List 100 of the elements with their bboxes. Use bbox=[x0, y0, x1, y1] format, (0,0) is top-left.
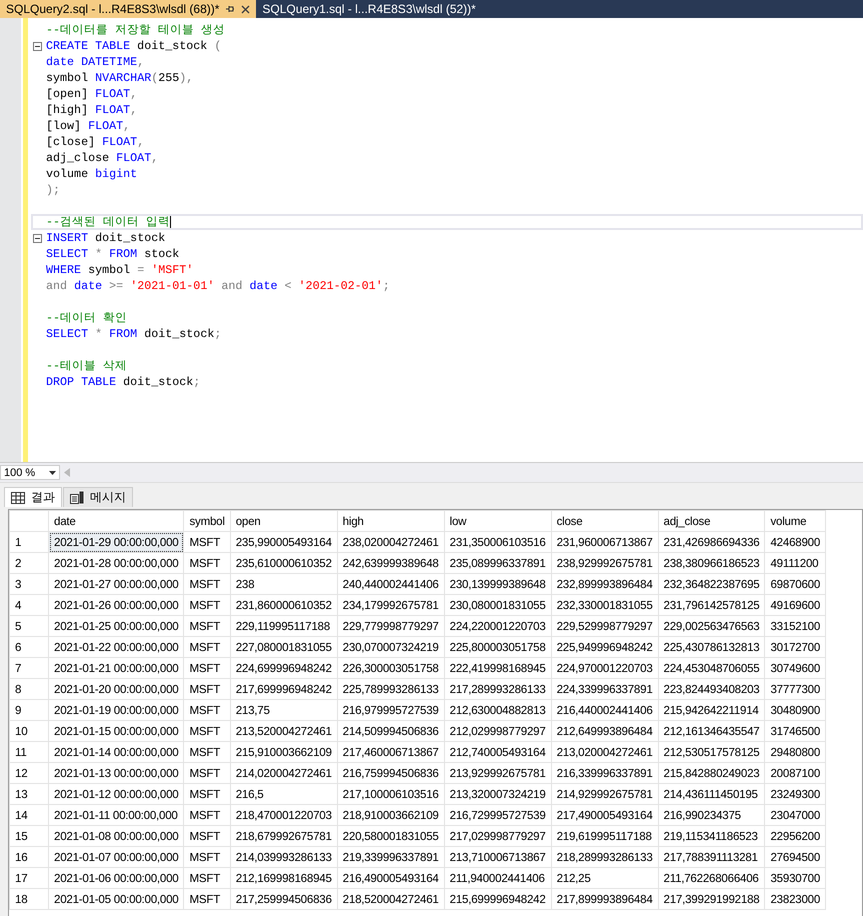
zoom-dropdown[interactable]: 100 % bbox=[0, 465, 60, 480]
table-cell: 231,350006103516 bbox=[444, 532, 552, 552]
table-cell: 216,979995727539 bbox=[337, 700, 444, 720]
row-number: 10 bbox=[10, 720, 48, 742]
code-line: adj_close FLOAT, bbox=[45, 150, 158, 166]
table-cell: 2021-01-08 00:00:00,000 bbox=[48, 826, 184, 846]
caret-icon bbox=[49, 470, 56, 474]
table-cell: 31746500 bbox=[764, 720, 826, 742]
table-cell: 216,5 bbox=[230, 784, 338, 804]
code-line: SELECT * FROM doit_stock; bbox=[45, 326, 222, 342]
table-cell: MSFT bbox=[184, 804, 230, 826]
table-cell: 214,929992675781 bbox=[551, 784, 658, 804]
table-cell: 232,899993896484 bbox=[551, 574, 658, 594]
column-header[interactable]: close bbox=[551, 510, 658, 532]
table-cell: MSFT bbox=[184, 868, 230, 888]
table-cell: 217,100006103516 bbox=[337, 784, 444, 804]
code-line: SELECT * FROM stock bbox=[45, 246, 180, 262]
result-tab[interactable]: 메시지 bbox=[63, 487, 133, 507]
table-cell: MSFT bbox=[184, 616, 230, 636]
table-cell: 37777300 bbox=[764, 678, 826, 700]
column-header[interactable]: symbol bbox=[184, 510, 230, 532]
table-cell: 218,679992675781 bbox=[230, 826, 338, 846]
column-header[interactable]: volume bbox=[764, 510, 826, 532]
table-cell: MSFT bbox=[184, 700, 230, 720]
table-cell: 216,759994506836 bbox=[337, 762, 444, 784]
table-cell: 217,259994506836 bbox=[230, 888, 338, 910]
table-cell: 234,179992675781 bbox=[337, 594, 444, 616]
row-number: 4 bbox=[10, 594, 48, 616]
table-cell: 215,910003662109 bbox=[230, 742, 338, 762]
table-cell: 2021-01-19 00:00:00,000 bbox=[48, 700, 184, 720]
table-cell: 214,509994506836 bbox=[337, 720, 444, 742]
table-cell: 217,460006713867 bbox=[337, 742, 444, 762]
code-line: symbol NVARCHAR(255), bbox=[45, 70, 194, 86]
table-cell: 2021-01-22 00:00:00,000 bbox=[48, 636, 184, 658]
column-header[interactable]: open bbox=[230, 510, 338, 532]
table-cell: 219,339996337891 bbox=[337, 846, 444, 868]
table-cell: 212,161346435547 bbox=[658, 720, 765, 742]
table-cell: 2021-01-13 00:00:00,000 bbox=[48, 762, 184, 784]
row-number: 11 bbox=[10, 742, 48, 762]
row-number: 3 bbox=[10, 574, 48, 594]
table-cell: 2021-01-26 00:00:00,000 bbox=[48, 594, 184, 616]
table-cell: 213,520004272461 bbox=[230, 720, 338, 742]
table-cell: 231,860000610352 bbox=[230, 594, 338, 616]
table-cell: 22956200 bbox=[764, 826, 826, 846]
table-cell: 2021-01-29 00:00:00,000 bbox=[48, 532, 184, 552]
row-number: 16 bbox=[10, 846, 48, 868]
result-tab[interactable]: 결과 bbox=[4, 487, 62, 507]
column-header[interactable]: date bbox=[48, 510, 184, 532]
table-cell: 2021-01-12 00:00:00,000 bbox=[48, 784, 184, 804]
row-number: 14 bbox=[10, 804, 48, 826]
code-line: volume bigint bbox=[45, 166, 138, 182]
table-cell: 212,740005493164 bbox=[444, 742, 552, 762]
table-cell: 33152100 bbox=[764, 616, 826, 636]
column-header[interactable]: high bbox=[337, 510, 444, 532]
table-cell: 49111200 bbox=[764, 552, 826, 574]
table-cell: 30172700 bbox=[764, 636, 826, 658]
table-cell: MSFT bbox=[184, 742, 230, 762]
table-cell: 213,020004272461 bbox=[551, 742, 658, 762]
table-cell: 211,762268066406 bbox=[658, 868, 765, 888]
document-icon bbox=[70, 491, 84, 504]
table-cell: 217,029998779297 bbox=[444, 826, 552, 846]
table-cell: 220,580001831055 bbox=[337, 826, 444, 846]
table-cell: 238 bbox=[230, 574, 338, 594]
table-cell: 214,039993286133 bbox=[230, 846, 338, 868]
table-cell: 224,699996948242 bbox=[230, 658, 338, 678]
table-cell: 226,300003051758 bbox=[337, 658, 444, 678]
document-tab[interactable]: SQLQuery2.sql - l...R4E8S3\wlsdl (68))* bbox=[0, 0, 256, 18]
code-line: WHERE symbol = 'MSFT' bbox=[45, 262, 194, 278]
table-cell: 218,470001220703 bbox=[230, 804, 338, 826]
table-cell: 225,800003051758 bbox=[444, 636, 552, 658]
table-cell: 219,619995117188 bbox=[551, 826, 658, 846]
table-cell: 218,289993286133 bbox=[551, 846, 658, 868]
pin-icon[interactable] bbox=[225, 4, 236, 14]
table-cell: 225,430786132813 bbox=[658, 636, 765, 658]
row-number: 8 bbox=[10, 678, 48, 700]
table-cell: 238,929992675781 bbox=[551, 552, 658, 574]
table-cell: 216,990234375 bbox=[658, 804, 765, 826]
table-cell: 23047000 bbox=[764, 804, 826, 826]
collapse-icon[interactable] bbox=[33, 234, 42, 242]
table-cell: 224,970001220703 bbox=[551, 658, 658, 678]
table-cell: 229,529998779297 bbox=[551, 616, 658, 636]
code-line: --테이블 삭제 bbox=[45, 358, 128, 374]
table-cell: 2021-01-20 00:00:00,000 bbox=[48, 678, 184, 700]
table-cell: 216,729995727539 bbox=[444, 804, 552, 826]
table-cell: 30480900 bbox=[764, 700, 826, 720]
code-line: [open] FLOAT, bbox=[45, 86, 138, 102]
table-cell: 217,490005493164 bbox=[551, 804, 658, 826]
table-cell: 232,364822387695 bbox=[658, 574, 765, 594]
table-cell: 35930700 bbox=[764, 868, 826, 888]
close-icon[interactable] bbox=[241, 4, 250, 14]
code-line: DROP TABLE doit_stock; bbox=[45, 374, 200, 390]
table-cell: 240,440002441406 bbox=[337, 574, 444, 594]
table-cell: MSFT bbox=[184, 574, 230, 594]
table-cell: 225,789993286133 bbox=[337, 678, 444, 700]
column-header[interactable]: adj_close bbox=[658, 510, 765, 532]
column-header[interactable]: low bbox=[444, 510, 552, 532]
table-cell: 214,020004272461 bbox=[230, 762, 338, 784]
collapse-icon[interactable] bbox=[33, 42, 42, 50]
table-cell: 235,089996337891 bbox=[444, 552, 552, 574]
table-cell: 217,788391113281 bbox=[658, 846, 765, 868]
